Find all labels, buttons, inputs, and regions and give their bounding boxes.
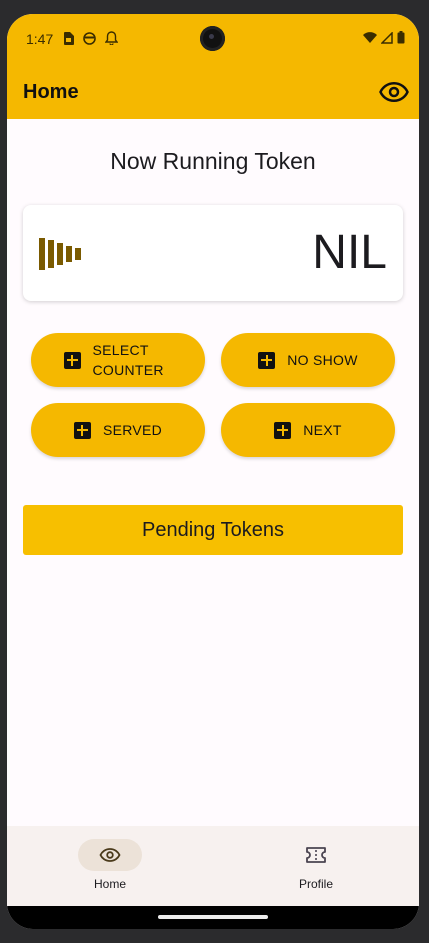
next-label: NEXT	[303, 422, 342, 438]
app-bar: Home	[7, 64, 419, 119]
phone-screen: 1:47 Home Now Running Token NIL SELECT C…	[7, 14, 419, 929]
battery-icon	[397, 31, 405, 44]
served-button[interactable]: SERVED	[31, 403, 205, 457]
wifi-icon	[363, 31, 377, 43]
face-icon	[83, 31, 96, 45]
nav-label-profile: Profile	[298, 877, 333, 891]
camera-cutout	[200, 26, 225, 51]
signal-icon	[381, 31, 393, 44]
add-box-icon	[274, 421, 292, 439]
nav-label-home: Home	[93, 877, 126, 891]
token-value: NIL	[312, 226, 387, 279]
add-box-icon	[73, 421, 91, 439]
next-button[interactable]: NEXT	[221, 403, 395, 457]
now-running-heading: Now Running Token	[110, 148, 316, 174]
sim-card-icon	[64, 31, 74, 45]
status-icons-right	[363, 31, 405, 44]
bell-icon	[105, 31, 118, 45]
no-show-button[interactable]: NO SHOW	[221, 333, 395, 387]
eye-icon[interactable]	[379, 77, 409, 107]
ticket-icon	[306, 847, 326, 863]
home-indicator[interactable]	[158, 915, 268, 919]
status-bar: 1:47	[7, 14, 419, 64]
pending-tokens-label: Pending Tokens	[142, 518, 284, 541]
nav-item-profile[interactable]: Profile	[213, 826, 419, 906]
add-box-icon	[63, 351, 81, 369]
add-box-icon	[258, 351, 276, 369]
eye-icon	[99, 848, 121, 862]
token-card: NIL	[23, 205, 403, 301]
select-counter-button[interactable]: SELECT COUNTER	[31, 333, 205, 387]
nav-item-home[interactable]: Home	[7, 826, 213, 906]
page-title: Home	[23, 81, 79, 103]
status-time: 1:47	[26, 31, 54, 47]
status-icons-left	[63, 31, 118, 45]
select-counter-label: SELECT COUNTER	[92, 342, 164, 378]
served-label: SERVED	[102, 422, 163, 438]
bottom-navigation: Home Profile	[7, 826, 419, 906]
no-show-label: NO SHOW	[287, 352, 358, 368]
pending-tokens-button[interactable]: Pending Tokens	[23, 505, 403, 555]
equalizer-icon	[39, 238, 81, 270]
